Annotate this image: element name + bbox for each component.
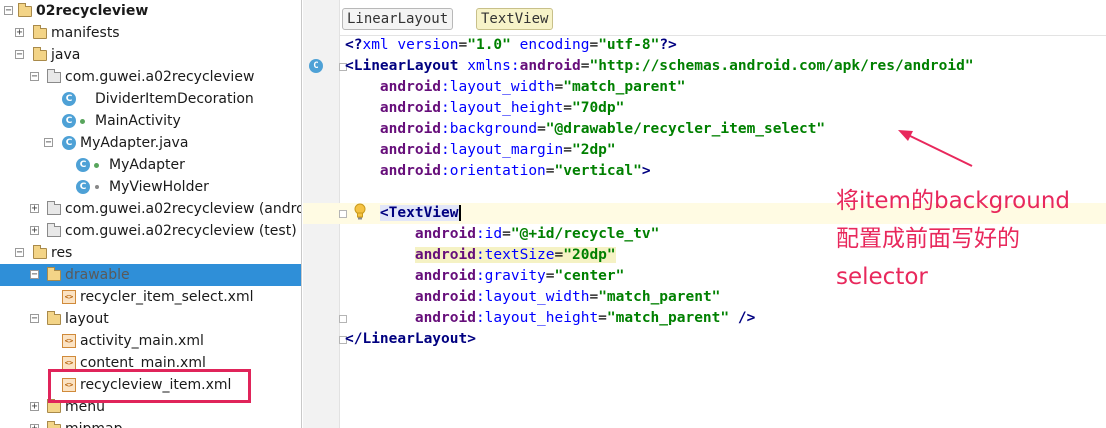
annotation-line: 将item的background <box>836 188 1070 214</box>
annotation-line: selector <box>836 264 928 290</box>
annotation-line: 配置成前面写好的 <box>836 226 1020 252</box>
annotation-text: 将item的background 配置成前面写好的 selector <box>836 182 1096 296</box>
